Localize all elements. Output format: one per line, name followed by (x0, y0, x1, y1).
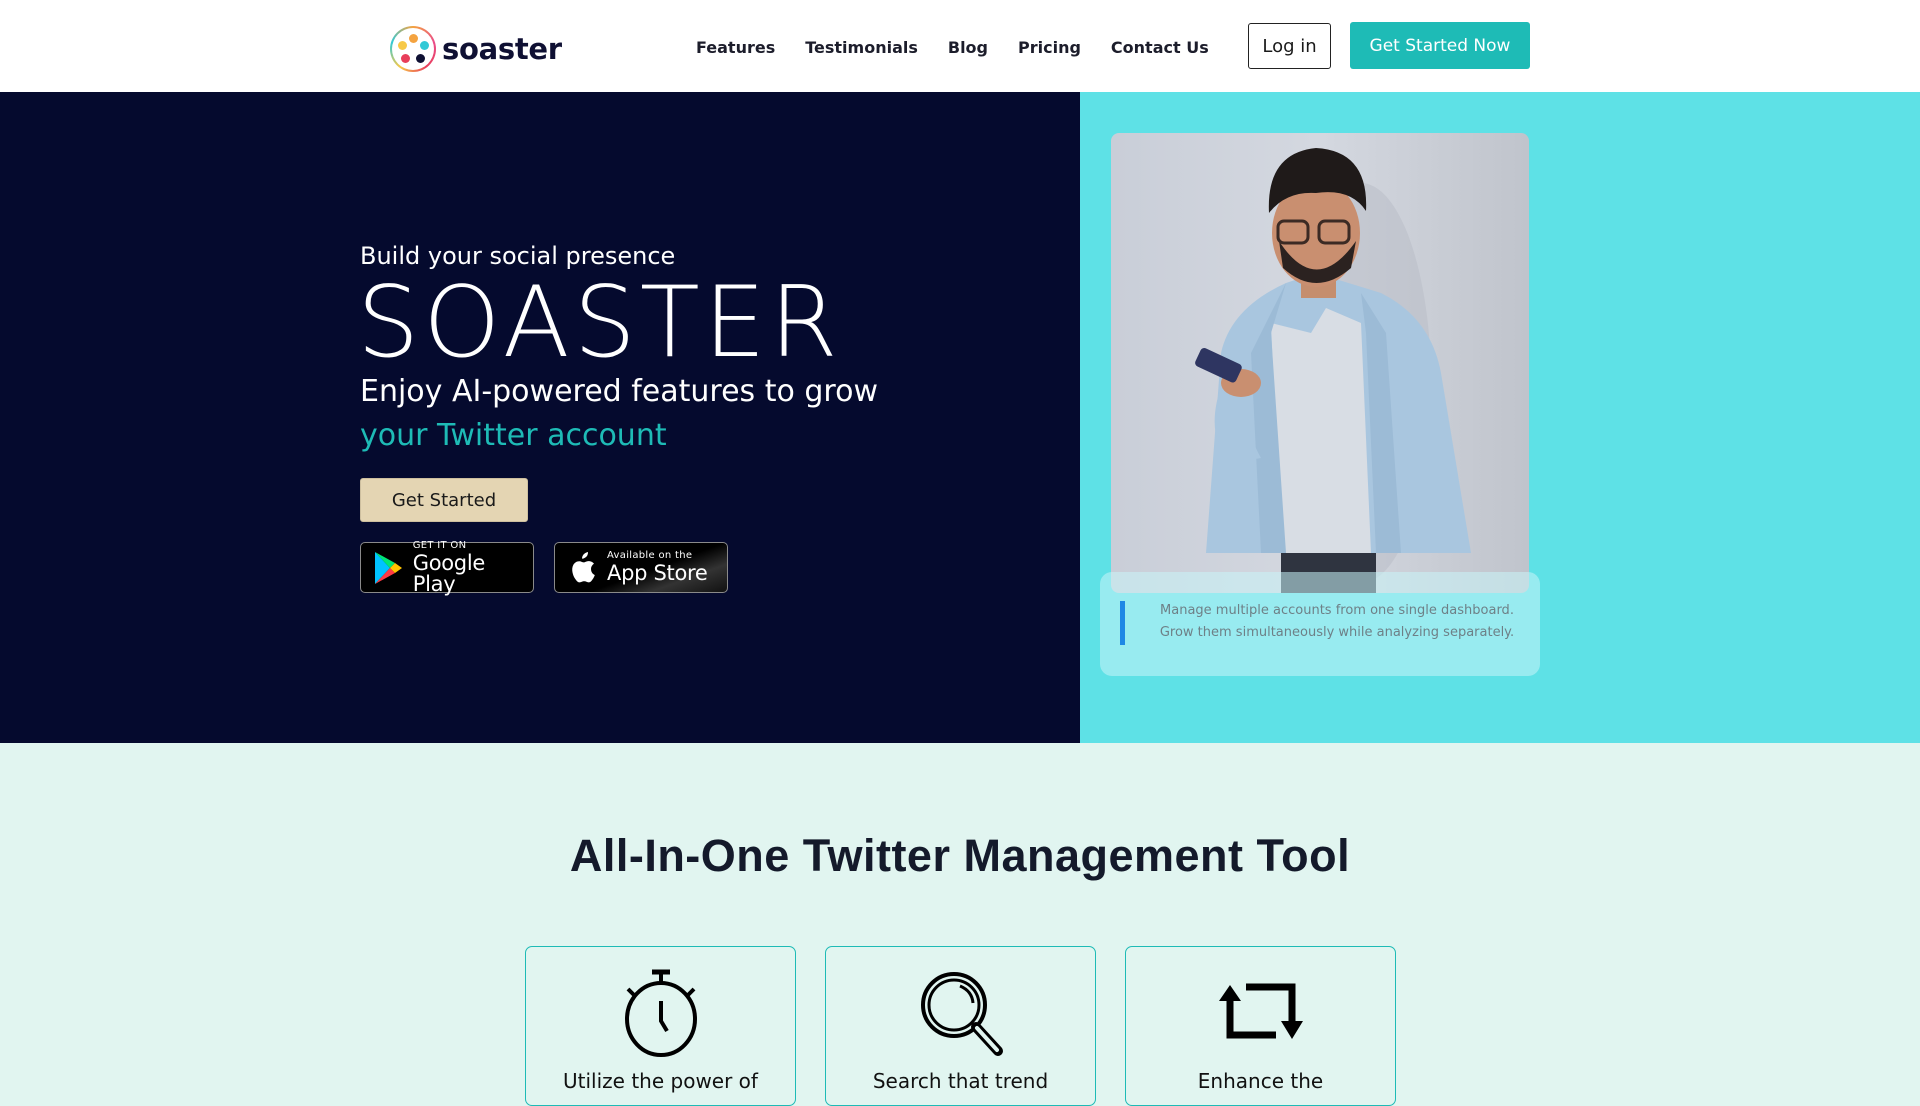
feature-text: Enhance the (1197, 1069, 1324, 1093)
feature-text: Search that trend (872, 1069, 1049, 1093)
app-store-small-text: Available on the (607, 550, 693, 561)
features-section-title: All-In-One Twitter Management Tool (569, 830, 1351, 881)
feature-card[interactable]: Enhance the (1125, 946, 1396, 1106)
stopwatch-icon (624, 969, 697, 1057)
brand-name: soaster (442, 32, 562, 66)
feature-card[interactable]: Search that trend (825, 946, 1096, 1106)
quote-text: Manage multiple accounts from one single… (1142, 600, 1532, 644)
google-play-large-text: Google Play (412, 550, 486, 596)
main-nav: Features Testimonials Blog Pricing Conta… (696, 38, 1209, 57)
app-store-large-text: App Store (607, 561, 708, 585)
nav-testimonials[interactable]: Testimonials (805, 38, 918, 57)
nav-contact-us[interactable]: Contact Us (1111, 38, 1209, 57)
quote-card: Manage multiple accounts from one single… (1100, 572, 1540, 676)
hero-title: SOASTER (357, 266, 842, 380)
hero-photo (1111, 133, 1529, 593)
nav-blog[interactable]: Blog (948, 38, 988, 57)
hero-subtitle-line1: Enjoy AI-powered features to grow (360, 374, 878, 409)
nav-features[interactable]: Features (696, 38, 775, 57)
hero-subtitle-accent: your Twitter account (360, 418, 667, 453)
brand-logo[interactable]: soaster (390, 26, 562, 72)
top-navbar: soaster Features Testimonials Blog Prici… (0, 0, 1920, 92)
apple-icon (565, 551, 599, 585)
app-store-badge[interactable]: Available on the App Store (554, 542, 728, 593)
google-play-small-text: GET IT ON (412, 539, 467, 551)
retweet-icon (1218, 983, 1303, 1039)
quote-accent-bar (1120, 601, 1125, 645)
quote-line-2: Grow them simultaneously while analyzing… (1159, 625, 1515, 640)
get-started-now-button[interactable]: Get Started Now (1350, 22, 1530, 69)
hero-subtitle: Enjoy AI-powered features to grow your T… (360, 370, 878, 458)
person-with-phone-illustration (1195, 148, 1471, 593)
login-button[interactable]: Log in (1248, 23, 1331, 69)
nav-pricing[interactable]: Pricing (1018, 38, 1081, 57)
google-play-badge[interactable]: GET IT ON Google Play (360, 539, 534, 596)
quote-line-1: Manage multiple accounts from one single… (1160, 603, 1514, 618)
logo-icon (390, 26, 436, 72)
google-play-icon (371, 551, 405, 585)
get-started-button[interactable]: Get Started (360, 478, 528, 522)
magnifier-icon (920, 972, 1003, 1056)
feature-card[interactable]: Utilize the power of (525, 946, 796, 1106)
feature-text: Utilize the power of (563, 1069, 758, 1093)
